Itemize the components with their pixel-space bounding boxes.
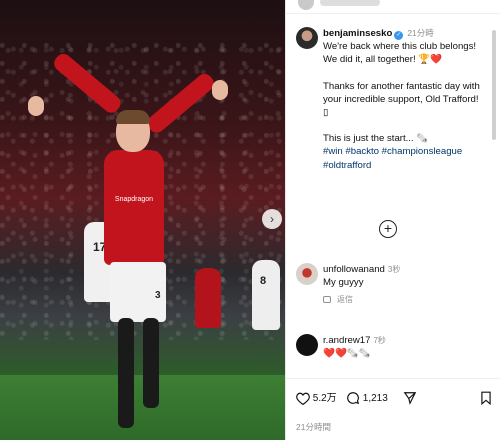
comment-text: ❤️❤️🗞️🗞️: [323, 348, 371, 359]
heart-icon: [296, 392, 310, 405]
comments-scroll-area: benjaminsesko ✓ 21分時 We're back where this…: [286, 22, 494, 377]
background-player-white-right: [252, 260, 280, 330]
caption-line: We're back where this club belongs!: [323, 41, 477, 53]
load-more-comments-button[interactable]: +: [379, 220, 397, 238]
shirt-sponsor: Snapdragon: [114, 196, 154, 203]
post-side-panel: benjaminsesko ✓ 21分時 We're back where this…: [285, 0, 500, 440]
shorts-number: 3: [155, 290, 161, 301]
like-button[interactable]: 5.2万: [296, 389, 337, 409]
header-username[interactable]: [320, 0, 380, 6]
comment-avatar[interactable]: [296, 263, 318, 285]
caption-hashtags[interactable]: #win #backto #championsleague #oldtraffo…: [323, 145, 493, 171]
comment-time: 3秒: [387, 265, 401, 274]
comment-username[interactable]: r.andrew17: [323, 335, 370, 346]
share-button[interactable]: [403, 389, 417, 409]
bookmark-icon: [481, 391, 491, 406]
save-button[interactable]: [480, 389, 492, 409]
post-actions-bar: 5.2万 1,213 21分時間: [286, 378, 500, 440]
translate-icon[interactable]: [323, 296, 331, 303]
comment-icon: [347, 392, 360, 405]
player-right-leg: [143, 318, 159, 408]
likes-count: 5.2万: [312, 393, 337, 404]
background-player-number-right: 8: [260, 275, 267, 287]
comment-avatar[interactable]: [296, 334, 318, 356]
next-image-button[interactable]: ›: [262, 209, 282, 229]
player-left-leg: [118, 318, 134, 428]
comments-count: 1,213: [362, 393, 388, 404]
caption-line: This is just the start... 🗞️: [323, 133, 429, 145]
header-avatar[interactable]: [298, 0, 314, 10]
player-shirt: [104, 150, 164, 265]
comment-button[interactable]: 1,213: [346, 389, 388, 409]
post-photo: 17 8 Snapdragon 3 ›: [0, 0, 285, 440]
player-hair: [116, 110, 150, 124]
caption-line: Thanks for another fantastic day with yo…: [323, 80, 480, 105]
author-avatar[interactable]: [296, 27, 318, 49]
comment-time: 7秒: [373, 336, 386, 345]
player-left-hand: [28, 96, 44, 116]
reply-button[interactable]: 返信: [337, 295, 353, 304]
author-username[interactable]: benjaminsesko: [323, 28, 392, 39]
post-header: [286, 0, 500, 14]
caption-line: We did it, all together! 🏆❤️: [323, 54, 443, 66]
post-date: 21分時間: [296, 422, 331, 432]
comment-username[interactable]: unfollowanand: [323, 264, 385, 275]
comment-text: My guyyy: [323, 277, 364, 288]
caption-line: ▯: [323, 107, 329, 119]
share-icon: [403, 392, 417, 406]
verified-badge-icon: ✓: [394, 31, 404, 40]
player-right-hand: [212, 80, 228, 100]
caption-time: 21分時: [407, 28, 434, 38]
background-player-red: [195, 268, 221, 328]
